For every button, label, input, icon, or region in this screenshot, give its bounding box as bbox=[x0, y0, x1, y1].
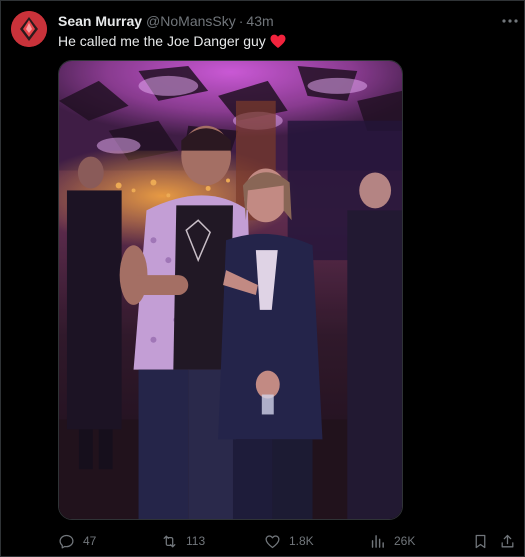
heart-icon bbox=[265, 534, 280, 548]
views-count: 26K bbox=[394, 534, 416, 548]
tweet-header: Sean Murray @NoMansSky · 43m bbox=[58, 12, 274, 30]
tweet-card[interactable]: Sean Murray @NoMansSky · 43m He called m… bbox=[0, 0, 525, 557]
bookmark-button[interactable] bbox=[472, 531, 489, 551]
author-name[interactable]: Sean Murray bbox=[58, 13, 142, 29]
repost-button[interactable]: 113 bbox=[161, 531, 205, 551]
separator-dot: · bbox=[238, 13, 244, 29]
more-dots-icon[interactable] bbox=[499, 11, 521, 31]
views-icon bbox=[371, 534, 384, 548]
reply-count: 47 bbox=[83, 534, 97, 548]
views-button[interactable]: 26K bbox=[369, 531, 415, 551]
tweet-text-content: He called me the Joe Danger guy bbox=[58, 33, 266, 49]
tweet-text: He called me the Joe Danger guy bbox=[58, 33, 286, 49]
like-count: 1.8K bbox=[289, 534, 314, 548]
timestamp[interactable]: 43m bbox=[246, 13, 273, 29]
repost-count: 113 bbox=[186, 534, 206, 548]
tweet-photo[interactable] bbox=[58, 60, 403, 520]
bookmark-icon bbox=[475, 534, 486, 548]
repost-icon bbox=[163, 535, 176, 547]
share-button[interactable] bbox=[499, 531, 516, 551]
author-handle[interactable]: @NoMansSky bbox=[146, 13, 236, 29]
heart-emoji bbox=[270, 34, 286, 49]
reply-icon bbox=[59, 534, 74, 549]
tweet-actions: 47 113 1.8K 26K bbox=[58, 531, 518, 551]
avatar[interactable] bbox=[11, 11, 47, 47]
like-button[interactable]: 1.8K bbox=[264, 531, 314, 551]
share-icon bbox=[501, 534, 514, 547]
reply-button[interactable]: 47 bbox=[58, 531, 96, 551]
